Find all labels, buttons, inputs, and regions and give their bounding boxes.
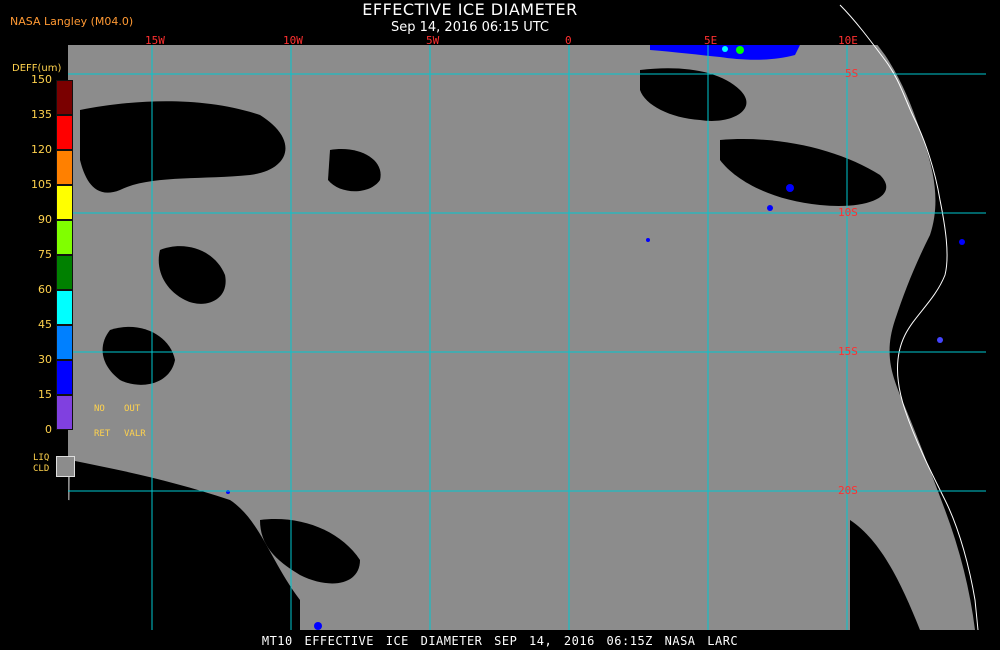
legend-out-label: OUT xyxy=(124,404,141,414)
lon-label-5w: 5W xyxy=(426,34,440,47)
legend-swatch xyxy=(56,360,73,395)
color-legend: DEFF(um) 150 135 120 105 90 75 60 45 30 … xyxy=(0,0,146,650)
lat-label-5s: 5S xyxy=(845,67,858,80)
ice-patch-south xyxy=(314,622,322,630)
legend-tick-30: 30 xyxy=(38,353,52,366)
liquid-cloud-swatch xyxy=(56,456,75,477)
legend-no-label: NO xyxy=(94,404,105,414)
legend-swatch xyxy=(56,150,73,185)
legend-valr-label: VALR xyxy=(124,429,146,439)
ice-patch-cyan-dot xyxy=(722,46,728,52)
legend-swatch xyxy=(56,80,73,115)
legend-swatch xyxy=(56,255,73,290)
ice-patch-green-dot xyxy=(736,46,744,54)
ice-patch-east-1 xyxy=(786,184,794,192)
map-subtitle: Sep 14, 2016 06:15 UTC xyxy=(390,20,550,35)
legend-cld-label: CLD xyxy=(33,464,50,474)
lat-label-10s: 10S xyxy=(838,206,858,219)
ice-patch-center xyxy=(646,238,650,242)
legend-liq-label: LIQ xyxy=(33,453,50,463)
legend-swatch xyxy=(56,290,73,325)
legend-swatch xyxy=(56,185,73,220)
legend-tick-135: 135 xyxy=(31,108,52,121)
legend-tick-0: 0 xyxy=(45,423,52,436)
legend-tick-150: 150 xyxy=(31,73,52,86)
lon-label-15w: 15W xyxy=(145,34,165,47)
lon-label-5e: 5E xyxy=(704,34,717,47)
satellite-map: 15W 10W 5W 0 5E 10E 5S 10S 15S 20S xyxy=(68,0,1000,631)
legend-swatch xyxy=(56,395,73,430)
legend-swatch xyxy=(56,115,73,150)
footer-caption: MT10 EFFECTIVE ICE DIAMETER SEP 14, 2016… xyxy=(261,634,739,648)
legend-swatch xyxy=(56,220,73,255)
legend-tick-105: 105 xyxy=(31,178,52,191)
legend-tick-75: 75 xyxy=(38,248,52,261)
ice-patch-africa-2 xyxy=(937,337,943,343)
legend-tick-15: 15 xyxy=(38,388,52,401)
lat-label-20s: 20S xyxy=(838,484,858,497)
lon-label-0: 0 xyxy=(565,34,572,47)
lat-label-15s: 15S xyxy=(838,345,858,358)
map-title: EFFECTIVE ICE DIAMETER xyxy=(362,0,578,19)
ice-patch-africa-1 xyxy=(959,239,965,245)
legend-tick-45: 45 xyxy=(38,318,52,331)
lon-label-10w: 10W xyxy=(283,34,303,47)
legend-ret-label: RET xyxy=(94,429,111,439)
legend-tick-90: 90 xyxy=(38,213,52,226)
legend-tick-120: 120 xyxy=(31,143,52,156)
ice-patch-east-2 xyxy=(767,205,773,211)
legend-swatch xyxy=(56,325,73,360)
legend-tick-60: 60 xyxy=(38,283,52,296)
lon-label-10e: 10E xyxy=(838,34,858,47)
